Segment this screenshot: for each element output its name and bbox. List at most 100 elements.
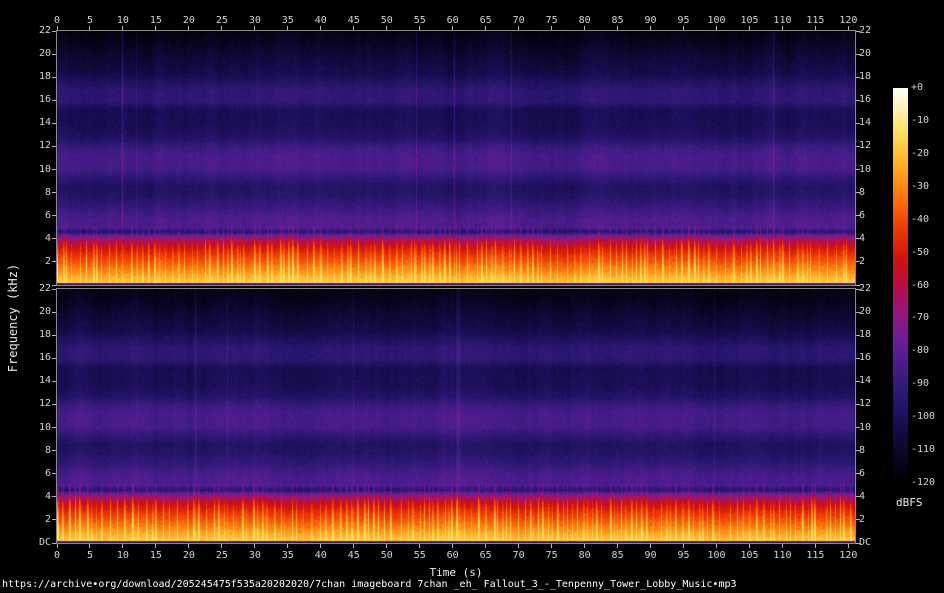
freq-tick-label: 22 bbox=[38, 283, 51, 294]
freq-tick-mark bbox=[52, 238, 56, 240]
time-tick-mark bbox=[155, 26, 157, 30]
time-tick-mark bbox=[781, 26, 783, 30]
freq-tick-label: 8 bbox=[859, 186, 866, 198]
time-tick-label: 65 bbox=[479, 15, 492, 26]
freq-tick-mark bbox=[52, 261, 56, 263]
time-tick-mark bbox=[419, 544, 421, 548]
time-tick-label: 95 bbox=[677, 550, 690, 561]
freq-tick-label: 22 bbox=[38, 25, 51, 36]
freq-tick-mark bbox=[52, 76, 56, 78]
freq-tick-label: 4 bbox=[859, 232, 866, 244]
time-tick-mark bbox=[56, 544, 58, 548]
freq-tick-label: 4 bbox=[859, 490, 866, 502]
freq-tick-mark bbox=[52, 380, 56, 382]
freq-tick-label: 18 bbox=[859, 71, 872, 83]
time-tick-label: 110 bbox=[773, 15, 792, 26]
time-tick-label: 20 bbox=[182, 15, 195, 26]
time-tick-mark bbox=[155, 544, 157, 548]
time-tick-label: 45 bbox=[347, 550, 360, 561]
time-tick-mark bbox=[485, 26, 487, 30]
time-tick-label: 40 bbox=[314, 550, 327, 561]
colorbar-title: dBFS bbox=[896, 496, 923, 509]
freq-tick-label: 22 bbox=[859, 283, 872, 294]
time-tick-label: 65 bbox=[479, 550, 492, 561]
time-tick-mark bbox=[748, 26, 750, 30]
time-tick-label: 90 bbox=[644, 15, 657, 26]
freq-tick-label: DC bbox=[38, 537, 51, 548]
spectrogram-canvas-channel-2 bbox=[57, 289, 855, 543]
freq-tick-mark bbox=[52, 30, 56, 32]
time-tick-label: 25 bbox=[215, 550, 228, 561]
freq-tick-mark bbox=[52, 496, 56, 498]
freq-tick-label: 12 bbox=[38, 398, 51, 410]
time-tick-mark bbox=[814, 544, 816, 548]
time-tick-label: 95 bbox=[677, 15, 690, 26]
time-tick-mark bbox=[551, 26, 553, 30]
time-tick-mark bbox=[847, 26, 849, 30]
time-tick-mark bbox=[386, 544, 388, 548]
freq-tick-label: 6 bbox=[44, 467, 51, 479]
freq-tick-label: 14 bbox=[38, 375, 51, 387]
freq-tick-label: 6 bbox=[859, 467, 866, 479]
freq-tick-label: 20 bbox=[859, 48, 872, 60]
freq-tick-label: 16 bbox=[859, 352, 872, 364]
freq-tick-label: 12 bbox=[859, 398, 872, 410]
freq-tick-label: 20 bbox=[38, 48, 51, 60]
time-tick-label: 5 bbox=[86, 15, 93, 26]
time-tick-label: 90 bbox=[644, 550, 657, 561]
freq-tick-label: 12 bbox=[38, 140, 51, 152]
freq-tick-mark bbox=[52, 334, 56, 336]
freq-tick-label: 4 bbox=[44, 490, 51, 502]
freq-tick-mark bbox=[52, 192, 56, 194]
freq-tick-label: 14 bbox=[859, 375, 872, 387]
freq-tick-label: 10 bbox=[859, 163, 872, 175]
time-tick-mark bbox=[287, 26, 289, 30]
time-tick-label: 15 bbox=[149, 15, 162, 26]
colorbar-tick-label: -70 bbox=[911, 312, 930, 324]
colorbar-tick-label: -120 bbox=[911, 477, 936, 488]
time-tick-mark bbox=[89, 544, 91, 548]
freq-tick-label: 4 bbox=[44, 232, 51, 244]
file-url-caption: https://archive•org/download/205245475f5… bbox=[2, 579, 737, 590]
freq-tick-label: 14 bbox=[38, 117, 51, 129]
time-tick-label: 100 bbox=[707, 550, 726, 561]
time-tick-mark bbox=[551, 544, 553, 548]
time-tick-mark bbox=[518, 544, 520, 548]
time-tick-label: 5 bbox=[86, 550, 93, 561]
time-tick-label: 50 bbox=[380, 550, 393, 561]
colorbar-tick-label: -100 bbox=[911, 411, 936, 423]
time-tick-mark bbox=[452, 26, 454, 30]
time-tick-mark bbox=[683, 26, 685, 30]
freq-tick-mark bbox=[52, 215, 56, 217]
freq-tick-mark bbox=[52, 403, 56, 405]
freq-tick-label: 14 bbox=[859, 117, 872, 129]
freq-tick-label: 18 bbox=[859, 329, 872, 341]
time-tick-label: 55 bbox=[413, 550, 426, 561]
time-tick-label: 110 bbox=[773, 550, 792, 561]
time-tick-label: 115 bbox=[806, 15, 825, 26]
time-tick-label: 25 bbox=[215, 15, 228, 26]
time-tick-mark bbox=[485, 544, 487, 548]
freq-tick-label: 10 bbox=[38, 163, 51, 175]
time-tick-mark bbox=[716, 544, 717, 548]
time-tick-mark bbox=[221, 26, 223, 30]
colorbar-tick-label: -20 bbox=[911, 147, 930, 159]
colorbar-tick-label: -90 bbox=[911, 378, 930, 390]
time-tick-label: 85 bbox=[611, 550, 624, 561]
freq-tick-mark bbox=[52, 145, 56, 147]
time-tick-label: 15 bbox=[149, 550, 162, 561]
time-tick-mark bbox=[617, 544, 619, 548]
time-tick-mark bbox=[419, 26, 421, 30]
freq-tick-mark bbox=[52, 519, 56, 521]
colorbar-tick-label: -40 bbox=[911, 213, 930, 225]
time-tick-label: 30 bbox=[248, 15, 261, 26]
freq-tick-mark bbox=[52, 169, 56, 171]
time-tick-label: 0 bbox=[53, 550, 61, 561]
time-tick-label: 35 bbox=[281, 550, 294, 561]
colorbar-tick-label: -60 bbox=[911, 279, 930, 291]
freq-tick-label: 2 bbox=[44, 513, 51, 525]
time-tick-mark bbox=[683, 544, 685, 548]
freq-tick-label: 10 bbox=[859, 421, 872, 433]
freq-tick-mark bbox=[52, 99, 56, 101]
spectrogram-panel-channel-2 bbox=[56, 288, 856, 544]
